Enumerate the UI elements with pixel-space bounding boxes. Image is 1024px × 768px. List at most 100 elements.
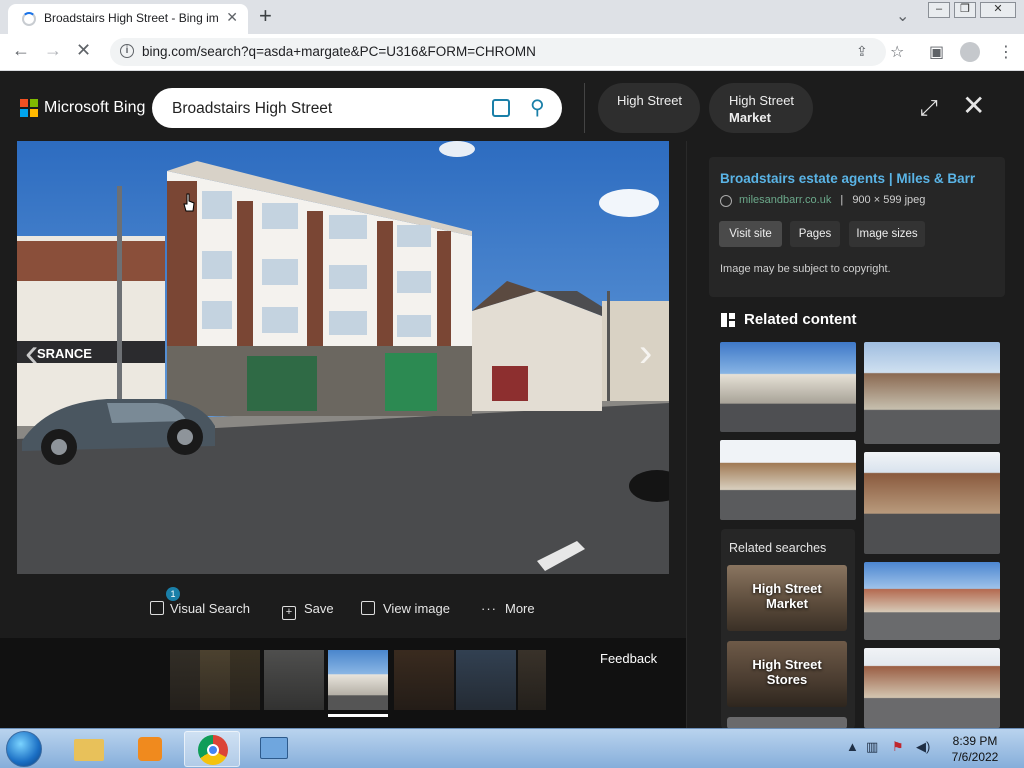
related-searches-title: Related searches bbox=[729, 541, 827, 555]
minimize-button[interactable]: – bbox=[928, 2, 950, 18]
control-panel-icon bbox=[260, 737, 288, 759]
filmstrip-selection-bar bbox=[328, 714, 388, 717]
mouse-cursor-icon bbox=[183, 193, 195, 212]
browser-tab[interactable]: Broadstairs High Street - Bing im ✕ bbox=[8, 4, 248, 34]
visual-search-icon bbox=[150, 601, 164, 615]
pages-button[interactable]: Pages bbox=[790, 221, 840, 247]
back-arrow-icon[interactable]: ← bbox=[12, 40, 30, 61]
filmstrip-thumb[interactable] bbox=[394, 650, 454, 710]
next-image-arrow-icon[interactable]: › bbox=[639, 331, 652, 376]
related-image[interactable] bbox=[864, 342, 1000, 444]
menu-dots-icon[interactable]: ⋮ bbox=[998, 42, 1014, 62]
taskbar-media-player-button[interactable] bbox=[122, 731, 178, 767]
related-pill-high-street-market[interactable]: High Street Market bbox=[709, 83, 813, 133]
volume-icon[interactable]: ◀) bbox=[916, 739, 930, 755]
view-image-icon bbox=[361, 601, 375, 615]
related-content-heading: Related content bbox=[744, 311, 857, 328]
folder-icon bbox=[74, 739, 104, 761]
window-close-button[interactable]: ✕ bbox=[980, 2, 1016, 18]
copyright-notice: Image may be subject to copyright. bbox=[720, 263, 891, 275]
related-search-high-street-stores[interactable]: High Street Stores bbox=[727, 641, 847, 707]
more-label: More bbox=[505, 601, 535, 616]
save-label: Save bbox=[304, 601, 334, 616]
restore-button[interactable]: ❐ bbox=[954, 2, 976, 18]
taskbar-clock[interactable]: 8:39 PM 7/6/2022 bbox=[944, 733, 1006, 765]
image-size: 900 × 599 jpeg bbox=[852, 194, 926, 206]
image-filmstrip: Feedback bbox=[0, 638, 686, 728]
url-text[interactable]: bing.com/search?q=asda+margate&PC=U316&F… bbox=[142, 44, 536, 59]
source-domain[interactable]: milesandbarr.co.uk bbox=[739, 194, 831, 206]
media-player-icon bbox=[138, 737, 162, 761]
visual-search-button[interactable]: Visual Search bbox=[150, 601, 250, 616]
related-search-high-street-market[interactable]: High Street Market bbox=[727, 565, 847, 631]
taskbar-control-panel-button[interactable] bbox=[246, 731, 302, 767]
related-image[interactable] bbox=[864, 452, 1000, 554]
bing-logo-text[interactable]: Microsoft Bing bbox=[44, 99, 145, 117]
related-pill-high-street[interactable]: High Street bbox=[598, 83, 700, 133]
search-icon[interactable]: ⚲ bbox=[530, 95, 545, 120]
related-image[interactable] bbox=[864, 648, 1000, 728]
close-viewer-icon[interactable]: ✕ bbox=[962, 91, 985, 121]
expand-icon[interactable]: ⤢ bbox=[920, 95, 938, 121]
filmstrip-thumb[interactable] bbox=[264, 650, 324, 710]
bing-image-viewer: Microsoft Bing Broadstairs High Street ⚲… bbox=[0, 71, 1024, 729]
save-button[interactable]: + Save bbox=[282, 601, 334, 620]
pill-label: High Street bbox=[617, 93, 683, 108]
site-info-icon[interactable]: i bbox=[120, 44, 134, 58]
windows-taskbar: ▲ ▥ ⚑ ◀) 8:39 PM 7/6/2022 bbox=[0, 728, 1024, 768]
new-tab-button[interactable]: + bbox=[259, 4, 272, 28]
address-bar[interactable]: i bing.com/search?q=asda+margate&PC=U316… bbox=[110, 38, 886, 66]
image-sizes-button[interactable]: Image sizes bbox=[849, 221, 925, 247]
filmstrip-thumb[interactable] bbox=[456, 650, 516, 710]
microsoft-logo-icon[interactable] bbox=[20, 99, 38, 117]
previous-image-arrow-icon[interactable]: ‹ bbox=[25, 331, 38, 376]
share-icon[interactable]: ⇪ bbox=[856, 43, 868, 60]
header-divider bbox=[584, 83, 585, 133]
filmstrip-thumb[interactable] bbox=[518, 650, 546, 710]
source-meta: milesandbarr.co.uk | 900 × 599 jpeg bbox=[739, 194, 925, 206]
loading-spinner-icon bbox=[22, 12, 36, 26]
forward-arrow-icon[interactable]: → bbox=[44, 40, 62, 61]
street-photo-illustration: SRANCE bbox=[17, 141, 669, 574]
more-button[interactable]: ··· More bbox=[481, 601, 535, 616]
network-icon[interactable]: ▥ bbox=[866, 739, 878, 755]
show-hidden-icons-icon[interactable]: ▲ bbox=[846, 739, 859, 754]
taskbar-explorer-button[interactable] bbox=[62, 731, 118, 767]
profile-avatar-icon[interactable] bbox=[960, 42, 980, 62]
image-actions-bar: 1 Visual Search + Save View image ··· More bbox=[0, 581, 686, 637]
related-search-label: High Street Stores bbox=[752, 657, 822, 687]
browser-tab-strip: Broadstairs High Street - Bing im ✕ + ⌄ … bbox=[0, 0, 1024, 34]
search-query-text[interactable]: Broadstairs High Street bbox=[172, 100, 332, 118]
view-image-label: View image bbox=[383, 601, 450, 616]
start-button[interactable] bbox=[6, 731, 42, 767]
related-image[interactable] bbox=[720, 440, 856, 520]
search-input[interactable]: Broadstairs High Street ⚲ bbox=[152, 88, 562, 128]
main-image[interactable]: SRANCE ‹ › bbox=[17, 141, 669, 574]
related-content-icon bbox=[721, 313, 735, 327]
pill-label-bold: Market bbox=[729, 110, 771, 125]
source-title-link[interactable]: Broadstairs estate agents | Miles & Barr bbox=[720, 171, 975, 186]
pill-label: High Street bbox=[729, 93, 795, 108]
side-panel-icon[interactable]: ▣ bbox=[929, 42, 944, 62]
svg-text:SRANCE: SRANCE bbox=[37, 346, 92, 361]
view-image-button[interactable]: View image bbox=[361, 601, 450, 616]
feedback-link[interactable]: Feedback bbox=[600, 651, 657, 666]
clock-date: 7/6/2022 bbox=[951, 750, 999, 764]
tab-title: Broadstairs High Street - Bing im bbox=[44, 11, 219, 25]
visit-site-button[interactable]: Visit site bbox=[719, 221, 782, 247]
meta-separator: | bbox=[840, 194, 844, 206]
taskbar-chrome-button[interactable] bbox=[184, 731, 240, 767]
more-dots-icon: ··· bbox=[481, 601, 497, 616]
action-center-icon[interactable]: ⚑ bbox=[892, 739, 904, 755]
tab-close-icon[interactable]: ✕ bbox=[226, 9, 238, 26]
bookmark-star-icon[interactable]: ☆ bbox=[890, 42, 904, 62]
visual-search-icon[interactable] bbox=[492, 99, 510, 117]
visual-search-badge: 1 bbox=[166, 587, 180, 601]
visual-search-label: Visual Search bbox=[170, 601, 250, 616]
related-image[interactable] bbox=[864, 562, 1000, 640]
chevron-down-icon[interactable]: ⌄ bbox=[896, 6, 909, 26]
related-image[interactable] bbox=[720, 342, 856, 432]
filmstrip-thumb[interactable] bbox=[200, 650, 260, 710]
stop-loading-icon[interactable]: ✕ bbox=[76, 40, 91, 61]
filmstrip-thumb-selected[interactable] bbox=[328, 650, 388, 710]
